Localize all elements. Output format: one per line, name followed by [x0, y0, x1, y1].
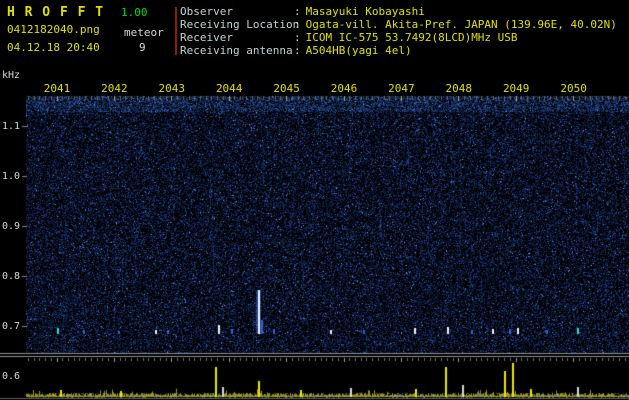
info-row: Receiving Location: Ogata-vill. Akita-Pre…: [180, 18, 617, 31]
freq-label: 0.7: [2, 321, 21, 332]
info-value: Masayuki Kobayashi: [305, 5, 425, 18]
time-label: 2042: [101, 82, 128, 95]
info-table: Observer: Masayuki Kobayashi Receiving Loc…: [180, 5, 617, 57]
info-row: Receiving antenna: A504HB(yagi 4el): [180, 44, 617, 57]
time-label: 2046: [330, 82, 358, 95]
hrofft-window: H R O F F T 1.00 0412182040.png meteor 0…: [0, 0, 629, 400]
info-label: Receiving antenna: [180, 44, 293, 57]
time-label: 2043: [158, 82, 186, 95]
timestamp: 04.12.18 20:40: [7, 41, 100, 54]
info-row: Receiver: ICOM IC-575 53.7492(8LCD)MHz US…: [180, 31, 617, 44]
time-label: 2048: [445, 82, 473, 95]
freq-label: kHz: [2, 70, 21, 81]
app-version: 1.00: [121, 6, 148, 19]
info-colon: :: [294, 5, 301, 18]
time-label: 2045: [273, 82, 300, 95]
info-row: Observer: Masayuki Kobayashi: [180, 5, 617, 18]
info-value: Ogata-vill. Akita-Pref. JAPAN (139.96E, …: [305, 18, 617, 31]
meteor-counter-label: meteor: [124, 26, 164, 39]
time-label: 2050: [560, 82, 587, 95]
info-colon: :: [294, 44, 301, 57]
info-label: Receiving Location: [180, 18, 300, 31]
freq-label: 0.6: [2, 371, 21, 382]
time-label: 2049: [502, 82, 530, 95]
freq-label: 0.9: [2, 221, 21, 232]
info-label: Receiver: [180, 31, 233, 44]
header: H R O F F T 1.00 0412182040.png meteor 0…: [0, 0, 629, 80]
app-title: H R O F F T: [7, 5, 105, 20]
freq-label: 1.0: [2, 171, 21, 182]
info-colon: :: [294, 31, 301, 44]
info-value: A504HB(yagi 4el): [305, 44, 412, 57]
info-colon: :: [294, 18, 301, 31]
freq-label: 1.1: [2, 121, 21, 132]
time-label: 2047: [388, 82, 415, 95]
meteor-count: 9: [139, 41, 146, 54]
header-divider: [175, 7, 177, 55]
time-label: 2044: [215, 82, 243, 95]
freq-label: 0.8: [2, 271, 21, 282]
output-filename: 0412182040.png: [7, 23, 100, 36]
time-label: 2041: [43, 82, 71, 95]
info-value: ICOM IC-575 53.7492(8LCD)MHz USB: [305, 31, 518, 44]
info-label: Observer: [180, 5, 233, 18]
